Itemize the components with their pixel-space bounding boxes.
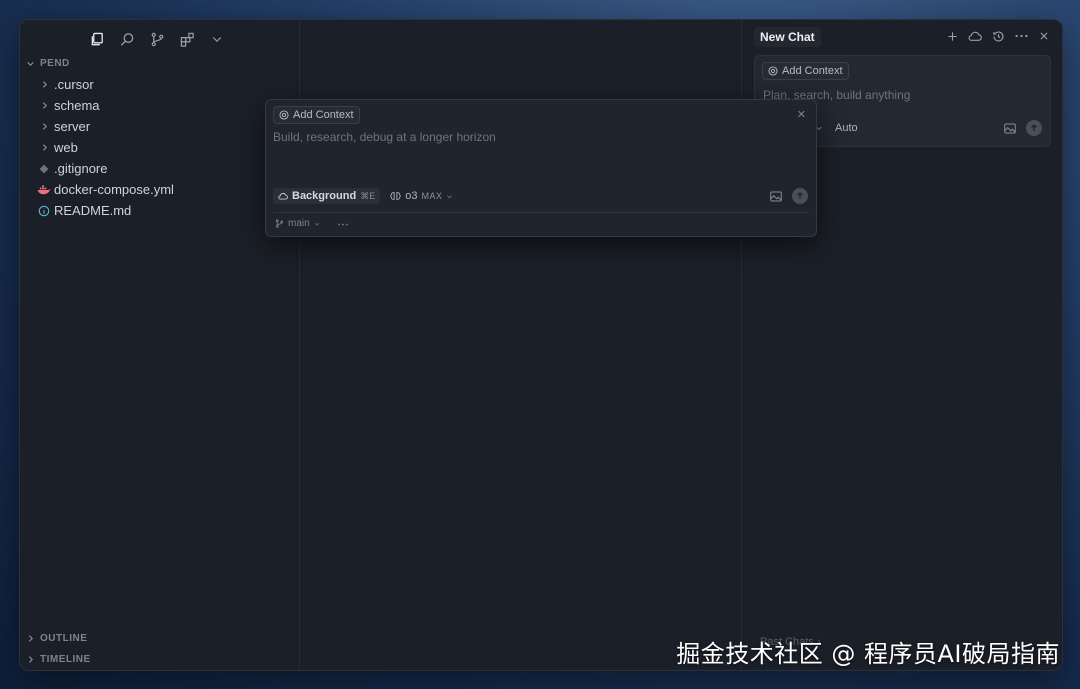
chevron-down-icon <box>314 222 319 226</box>
mode-label: Auto <box>835 122 858 134</box>
image-icon[interactable] <box>1004 123 1016 134</box>
chevron-right-icon <box>36 143 52 152</box>
outline-header[interactable]: OUTLINE <box>26 633 87 644</box>
max-tag: MAX <box>421 191 443 201</box>
chevron-right-icon <box>36 122 52 131</box>
project-header[interactable]: PEND <box>26 58 70 69</box>
composer-divider <box>273 212 809 213</box>
extensions-icon[interactable] <box>176 28 198 50</box>
at-icon <box>279 110 289 120</box>
add-context-label: Add Context <box>782 65 843 77</box>
close-icon[interactable]: ✕ <box>797 108 806 121</box>
activity-bar <box>86 28 228 50</box>
watermark: 掘金技术社区 @ 程序员AI破局指南 <box>676 640 1060 668</box>
tree-item-label: docker-compose.yml <box>54 182 174 197</box>
chevron-down-icon <box>447 194 453 198</box>
composer-placeholder: Build, research, debug at a longer horiz… <box>273 130 496 144</box>
image-icon[interactable] <box>770 191 782 202</box>
background-label: Background <box>292 190 357 202</box>
timeline-label: TIMELINE <box>40 654 91 665</box>
close-icon[interactable] <box>1037 29 1051 43</box>
tree-folder-schema[interactable]: schema <box>20 95 299 116</box>
add-context-button[interactable]: Add Context <box>273 106 360 124</box>
tree-file-gitignore[interactable]: .gitignore <box>20 158 299 179</box>
tree-file-readme[interactable]: README.md <box>20 200 299 221</box>
tree-folder-cursor[interactable]: .cursor <box>20 74 299 95</box>
outline-label: OUTLINE <box>40 633 88 644</box>
app-window: PEND .cursor schema server web .gitignor… <box>19 19 1063 671</box>
tree-item-label: .gitignore <box>54 161 108 176</box>
brain-icon <box>390 192 401 200</box>
tree-folder-web[interactable]: web <box>20 137 299 158</box>
chevron-right-icon <box>36 101 52 110</box>
files-icon[interactable] <box>86 28 108 50</box>
git-icon <box>36 164 52 174</box>
send-button[interactable] <box>792 188 808 204</box>
timeline-header[interactable]: TIMELINE <box>26 654 91 665</box>
background-shortcut: ⌘E <box>360 190 376 201</box>
docker-icon <box>36 184 52 195</box>
arrow-up-icon <box>797 192 803 199</box>
mode-selector[interactable]: Auto <box>815 122 858 134</box>
history-icon[interactable] <box>991 29 1005 43</box>
chevron-down-icon <box>27 61 34 66</box>
sidebar: PEND .cursor schema server web .gitignor… <box>20 20 300 670</box>
tree-item-label: schema <box>54 98 100 113</box>
composer-footer: main <box>275 218 348 229</box>
chevron-right-icon <box>28 656 33 663</box>
tree-file-docker-compose[interactable]: docker-compose.yml <box>20 179 299 200</box>
chat-input-tools <box>1004 120 1042 136</box>
project-label: PEND <box>40 58 70 69</box>
chat-tab-new-chat[interactable]: New Chat <box>754 27 821 47</box>
tree-folder-server[interactable]: server <box>20 116 299 137</box>
git-branch-icon <box>275 219 284 228</box>
composer-tools <box>770 188 808 204</box>
source-control-icon[interactable] <box>146 28 168 50</box>
cloud-icon <box>278 192 288 200</box>
arrow-up-icon <box>1031 124 1037 131</box>
send-button[interactable] <box>1026 120 1042 136</box>
branch-label: main <box>288 218 310 229</box>
more-icon[interactable] <box>338 218 348 229</box>
model-label: o3 <box>405 190 418 202</box>
add-context-button[interactable]: Add Context <box>762 62 849 80</box>
more-icon[interactable] <box>1014 29 1028 43</box>
chevron-right-icon <box>36 80 52 89</box>
file-tree: .cursor schema server web .gitignore doc… <box>20 74 299 221</box>
chevron-down-icon[interactable] <box>206 28 228 50</box>
background-composer[interactable]: Add Context ✕ Build, research, debug at … <box>265 99 817 237</box>
composer-toolbar: Background ⌘E o3 MAX <box>273 188 457 204</box>
plus-icon[interactable] <box>945 29 959 43</box>
branch-selector[interactable]: main <box>275 218 320 229</box>
chat-actions <box>945 29 1051 43</box>
info-icon <box>36 205 52 217</box>
tree-item-label: .cursor <box>54 77 94 92</box>
at-icon <box>768 66 778 76</box>
search-icon[interactable] <box>116 28 138 50</box>
tree-item-label: web <box>54 140 78 155</box>
tree-item-label: server <box>54 119 91 134</box>
add-context-label: Add Context <box>293 109 354 121</box>
model-selector[interactable]: o3 MAX <box>386 188 457 204</box>
cloud-icon[interactable] <box>968 29 982 43</box>
chevron-right-icon <box>28 635 33 642</box>
background-toggle[interactable]: Background ⌘E <box>273 188 381 204</box>
tree-item-label: README.md <box>54 203 132 218</box>
